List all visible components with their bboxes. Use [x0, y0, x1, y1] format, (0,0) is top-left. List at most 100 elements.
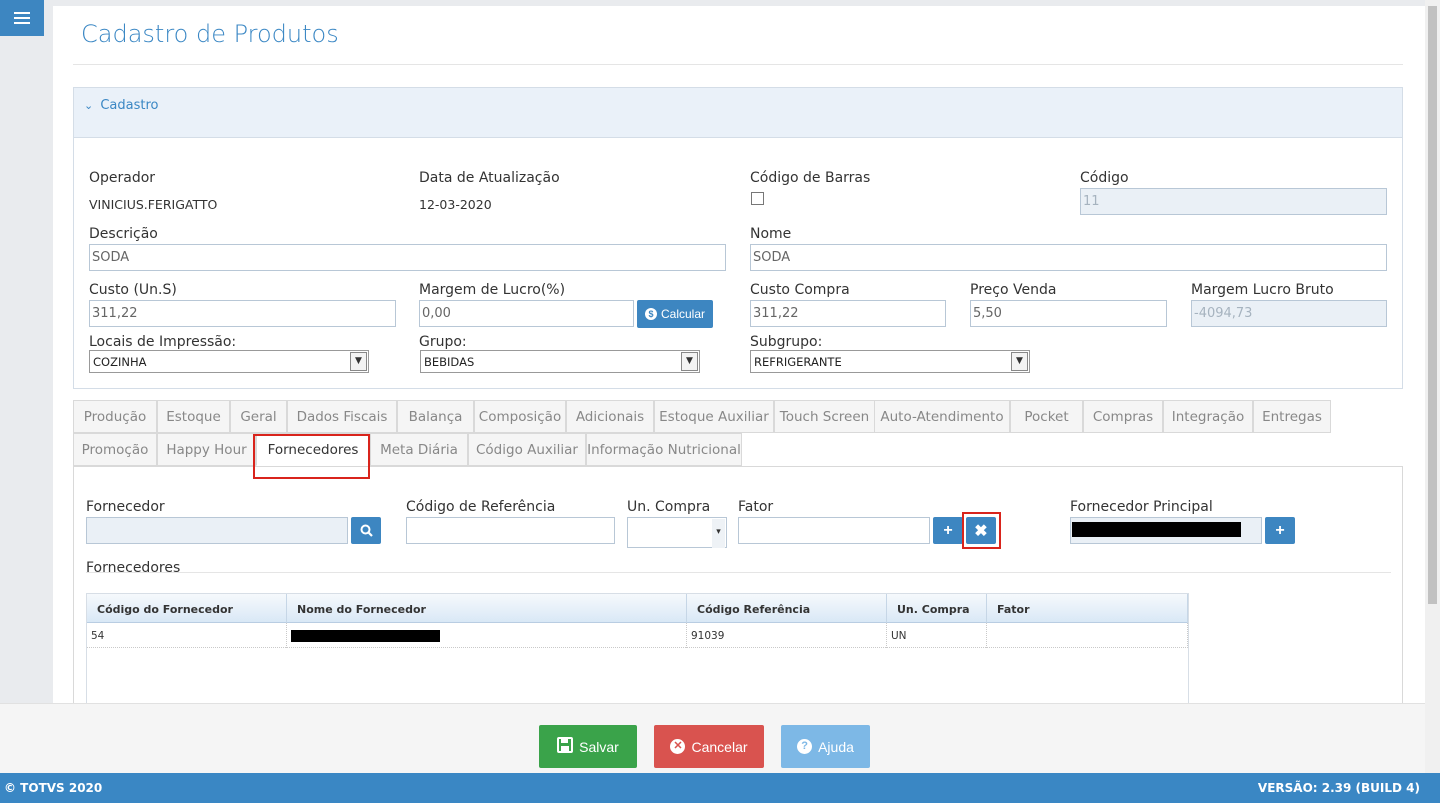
- tab-estoque[interactable]: Estoque: [157, 400, 230, 433]
- main-content: Cadastro de Produtos ⌄ Cadastro Operador…: [53, 0, 1425, 703]
- cadastro-panel: ⌄ Cadastro: [73, 87, 1403, 389]
- nome-field[interactable]: [750, 244, 1387, 271]
- redacted-block: [291, 630, 440, 642]
- subgrupo-select[interactable]: REFRIGERANTE ▼: [750, 350, 1030, 373]
- calcular-button[interactable]: $ Calcular: [637, 300, 714, 328]
- hamburger-menu-icon[interactable]: [0, 0, 44, 36]
- tab-pocket[interactable]: Pocket: [1010, 400, 1083, 433]
- cell-fator: [987, 623, 1188, 648]
- cadastro-panel-title: Cadastro: [100, 98, 159, 113]
- grid-header-cell[interactable]: Fator: [987, 594, 1188, 623]
- codigo-field[interactable]: [1080, 188, 1387, 215]
- tab-producao[interactable]: Produção: [73, 400, 157, 433]
- tab-codigo-auxiliar[interactable]: Código Auxiliar: [468, 433, 586, 466]
- custo-field[interactable]: [89, 300, 396, 327]
- tab-touch-screen[interactable]: Touch Screen: [774, 400, 875, 433]
- tab-estoque-auxiliar[interactable]: Estoque Auxiliar: [654, 400, 774, 433]
- grid-header-cell[interactable]: Nome do Fornecedor: [287, 594, 687, 623]
- add-fornecedor-button[interactable]: +: [933, 517, 963, 544]
- grupo-select[interactable]: BEBIDAS ▼: [420, 350, 700, 373]
- status-bar: © TOTVS 2020 VERSÃO: 2.39 (BUILD 4): [0, 773, 1440, 803]
- chevron-down-icon: ⌄: [84, 99, 94, 112]
- add-fornecedor-principal-button[interactable]: +: [1265, 517, 1295, 544]
- tab-dados-fiscais[interactable]: Dados Fiscais: [287, 400, 397, 433]
- custo-label: Custo (Un.S): [89, 282, 177, 298]
- copyright-text: © TOTVS 2020: [4, 781, 103, 795]
- divider: [86, 572, 1391, 573]
- tab-geral[interactable]: Geral: [230, 400, 287, 433]
- remove-button-highlight: [962, 512, 1001, 549]
- divider: [73, 64, 1403, 65]
- grupo-value: BEBIDAS: [424, 355, 475, 369]
- grid-header: Código do Fornecedor Nome do Fornecedor …: [87, 594, 1188, 623]
- action-bar: Salvar ✕ Cancelar ? Ajuda: [0, 703, 1425, 773]
- question-circle-icon: ?: [797, 739, 813, 754]
- tab-promocao[interactable]: Promoção: [73, 433, 157, 466]
- cell-ref: 91039: [687, 623, 887, 648]
- tab-balanca[interactable]: Balança: [397, 400, 474, 433]
- descricao-field[interactable]: [89, 244, 726, 271]
- search-icon: [360, 524, 373, 537]
- codigo-referencia-label: Código de Referência: [406, 499, 556, 515]
- plus-icon: +: [1275, 521, 1285, 539]
- margem-bruto-field[interactable]: [1191, 300, 1387, 327]
- left-rail: [0, 0, 53, 773]
- chevron-down-icon: ▼: [1011, 352, 1028, 371]
- data-atualizacao-value: 12-03-2020: [419, 197, 492, 212]
- margem-lucro-field[interactable]: [419, 300, 634, 327]
- fator-field[interactable]: [738, 517, 930, 544]
- help-button[interactable]: ? Ajuda: [781, 725, 870, 768]
- fornecedor-field[interactable]: [86, 517, 348, 544]
- margem-lucro-label: Margem de Lucro(%): [419, 282, 566, 298]
- margem-bruto-label: Margem Lucro Bruto: [1191, 282, 1334, 298]
- page-scrollbar[interactable]: [1425, 0, 1440, 773]
- tab-adicionais[interactable]: Adicionais: [566, 400, 654, 433]
- cadastro-panel-header[interactable]: ⌄ Cadastro: [74, 88, 1402, 138]
- tab-integracao[interactable]: Integração: [1163, 400, 1253, 433]
- operador-label: Operador: [89, 170, 156, 186]
- floppy-disk-icon: [557, 737, 574, 756]
- scrollbar-thumb[interactable]: [1428, 6, 1437, 604]
- tab-auto-atendimento[interactable]: Auto-Atendimento: [874, 400, 1010, 433]
- chevron-down-icon: ▾: [712, 519, 725, 548]
- save-button[interactable]: Salvar: [539, 725, 637, 768]
- fornecedor-principal-label: Fornecedor Principal: [1070, 499, 1213, 515]
- chevron-down-icon: ▼: [681, 352, 698, 371]
- custo-compra-field[interactable]: [750, 300, 946, 327]
- grid-header-cell[interactable]: Código Referência: [687, 594, 887, 623]
- table-row[interactable]: 54 91039 UN: [87, 623, 1188, 648]
- redacted-block: [1072, 522, 1241, 537]
- locais-impressao-label: Locais de Impressão:: [89, 334, 237, 350]
- tab-composicao[interactable]: Composição: [474, 400, 566, 433]
- help-label: Ajuda: [818, 738, 854, 755]
- grid-header-cell[interactable]: Código do Fornecedor: [87, 594, 287, 623]
- nome-label: Nome: [750, 226, 792, 242]
- active-tab-highlight: [253, 434, 370, 479]
- tab-informacao-nutricional[interactable]: Informação Nutricional: [586, 433, 742, 466]
- preco-venda-field[interactable]: [970, 300, 1167, 327]
- fornecedor-label: Fornecedor: [86, 499, 165, 515]
- tab-meta-diaria[interactable]: Meta Diária: [370, 433, 468, 466]
- codigo-barras-checkbox[interactable]: [751, 192, 764, 205]
- page-title: Cadastro de Produtos: [81, 20, 339, 48]
- un-compra-select[interactable]: ▾: [627, 517, 727, 548]
- calcular-label: Calcular: [661, 307, 706, 321]
- codigo-label: Código: [1080, 170, 1129, 186]
- cell-codigo: 54: [87, 623, 287, 648]
- codigo-referencia-field[interactable]: [406, 517, 615, 544]
- locais-impressao-select[interactable]: COZINHA ▼: [89, 350, 369, 373]
- locais-impressao-value: COZINHA: [93, 355, 147, 369]
- fator-label: Fator: [738, 499, 774, 515]
- cancel-label: Cancelar: [691, 738, 748, 755]
- grid-header-cell[interactable]: Un. Compra: [887, 594, 987, 623]
- cell-nome: [287, 623, 687, 648]
- preco-venda-label: Preço Venda: [970, 282, 1057, 298]
- data-atualizacao-label: Data de Atualização: [419, 170, 560, 186]
- search-fornecedor-button[interactable]: [351, 517, 381, 544]
- cancel-button[interactable]: ✕ Cancelar: [654, 725, 764, 768]
- codigo-barras-label: Código de Barras: [750, 170, 871, 186]
- tab-entregas[interactable]: Entregas: [1253, 400, 1331, 433]
- tab-happy-hour[interactable]: Happy Hour: [157, 433, 256, 466]
- fornecedores-list-title: Fornecedores: [86, 560, 181, 576]
- tab-compras[interactable]: Compras: [1083, 400, 1163, 433]
